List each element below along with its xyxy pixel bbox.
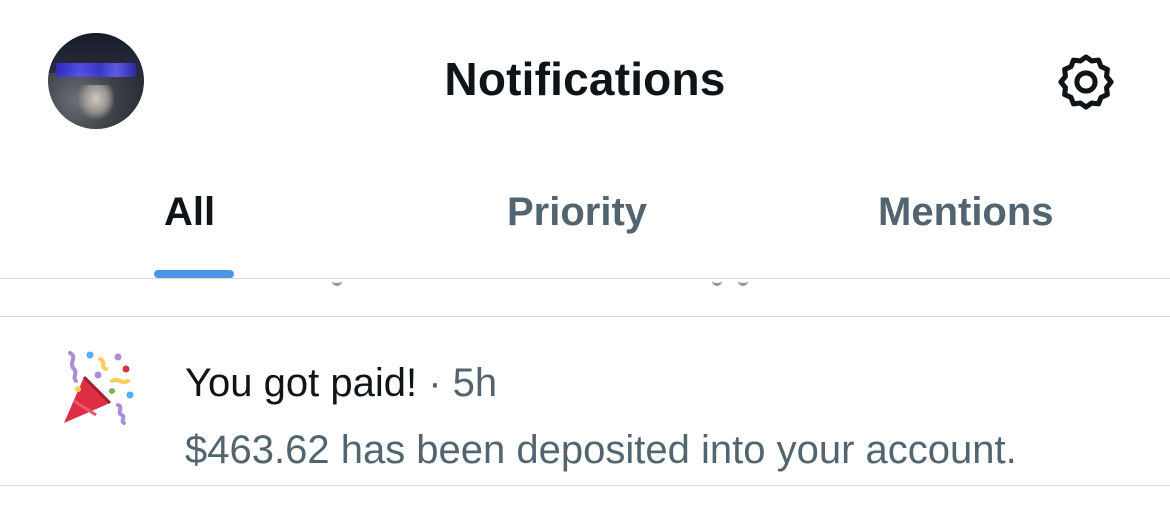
settings-button[interactable]: [1054, 50, 1118, 114]
tab-mentions[interactable]: Mentions: [878, 190, 1054, 270]
notification-title: You got paid!: [185, 361, 418, 405]
notification-item[interactable]: You got paid! · 5h $463.62 has been depo…: [0, 317, 1170, 485]
notification-body: $463.62 has been deposited into your acc…: [185, 428, 1017, 472]
notification-time: 5h: [452, 361, 498, 405]
top-app-bar: Notifications: [0, 0, 1170, 160]
gear-icon: [1058, 54, 1114, 110]
page-title: Notifications: [444, 53, 726, 105]
active-tab-indicator: [154, 270, 234, 278]
notification-tabs: All Priority Mentions: [0, 160, 1170, 278]
partial-text-fragment: [712, 279, 722, 286]
notification-headline: You got paid! · 5h: [185, 361, 497, 406]
party-popper-icon: [64, 351, 134, 425]
tab-priority[interactable]: Priority: [507, 190, 647, 270]
partial-text-fragment: [332, 279, 342, 286]
partial-text-fragment: [738, 279, 748, 286]
tab-all[interactable]: All: [164, 190, 215, 270]
list-divider: [0, 485, 1170, 486]
notification-separator: ·: [428, 361, 442, 405]
previous-notification-partial: [0, 279, 1170, 287]
